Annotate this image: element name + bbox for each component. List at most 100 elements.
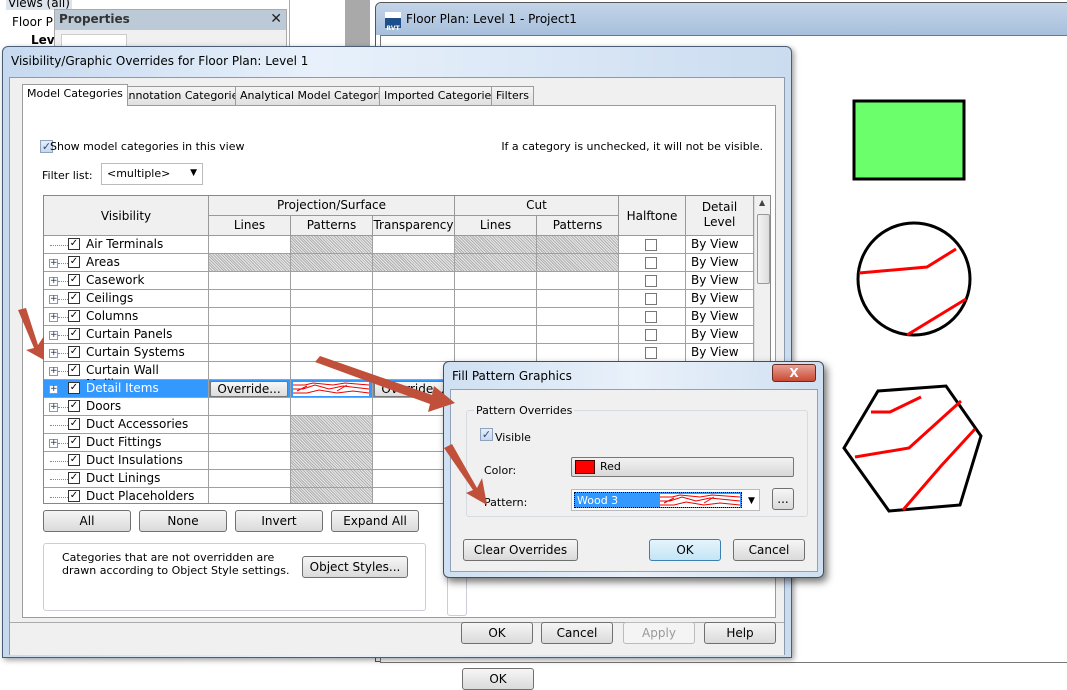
tab-analytical-model-categories[interactable]: Analytical Model Categories xyxy=(235,86,399,105)
cut-lines-cell[interactable] xyxy=(455,308,537,326)
halftone-checkbox[interactable] xyxy=(645,239,657,251)
column-header-transparency[interactable]: Transparency xyxy=(373,216,455,236)
proj-patterns-cell[interactable] xyxy=(291,344,373,362)
proj-patterns-cell[interactable] xyxy=(291,362,373,380)
color-button[interactable]: Red xyxy=(571,457,794,477)
proj-patterns-cell[interactable] xyxy=(291,272,373,290)
visibility-checkbox[interactable]: ✓ xyxy=(68,490,80,502)
pattern-select[interactable]: Wood 3 ▼ xyxy=(571,489,760,511)
proj-lines-cell[interactable] xyxy=(209,326,291,344)
proj-patterns-cell[interactable] xyxy=(291,290,373,308)
proj-lines-cell[interactable] xyxy=(209,290,291,308)
cut-lines-cell[interactable] xyxy=(455,290,537,308)
table-row[interactable]: + ✓ Curtain Systems By View xyxy=(44,344,754,362)
scrollbar-thumb[interactable] xyxy=(757,214,770,284)
cut-patterns-cell[interactable] xyxy=(537,290,619,308)
proj-patterns-cell[interactable] xyxy=(291,254,373,272)
all-button[interactable]: All xyxy=(43,510,131,532)
halftone-checkbox[interactable] xyxy=(645,257,657,269)
cut-lines-cell[interactable] xyxy=(455,344,537,362)
tab-model-categories[interactable]: Model Categories xyxy=(22,84,128,106)
cut-lines-cell[interactable] xyxy=(455,272,537,290)
none-button[interactable]: None xyxy=(139,510,227,532)
fill-cancel-button[interactable]: Cancel xyxy=(733,539,805,561)
transparency-cell[interactable] xyxy=(373,272,455,290)
tab-filters[interactable]: Filters xyxy=(491,86,534,105)
proj-lines-cell[interactable] xyxy=(209,254,291,272)
proj-lines-cell[interactable] xyxy=(209,272,291,290)
vg-ok-button[interactable]: OK xyxy=(461,622,533,644)
cut-patterns-cell[interactable] xyxy=(537,236,619,254)
detail-level-cell[interactable]: By View xyxy=(686,308,754,326)
visibility-checkbox[interactable]: ✓ xyxy=(68,274,80,286)
vg-help-button[interactable]: Help xyxy=(704,622,776,644)
halftone-checkbox[interactable] xyxy=(645,329,657,341)
visibility-checkbox[interactable]: ✓ xyxy=(68,382,80,394)
expand-icon[interactable]: + xyxy=(49,277,58,286)
transparency-cell[interactable] xyxy=(373,326,455,344)
table-row[interactable]: + ✓ Casework By View xyxy=(44,272,754,290)
proj-patterns-cell[interactable] xyxy=(291,434,373,452)
visibility-checkbox[interactable]: ✓ xyxy=(68,418,80,430)
halftone-checkbox[interactable] xyxy=(645,275,657,287)
vg-cancel-button[interactable]: Cancel xyxy=(541,622,613,644)
table-row[interactable]: + ✓ Areas By View xyxy=(44,254,754,272)
proj-lines-cell[interactable] xyxy=(209,488,291,503)
table-row[interactable]: + ✓ Columns By View xyxy=(44,308,754,326)
clear-overrides-button[interactable]: Clear Overrides xyxy=(463,539,578,561)
transparency-cell[interactable] xyxy=(373,344,455,362)
transparency-cell[interactable] xyxy=(373,236,455,254)
close-icon[interactable]: ✕ xyxy=(270,11,282,27)
ok-button[interactable]: OK xyxy=(462,668,534,690)
visibility-checkbox[interactable]: ✓ xyxy=(68,400,80,412)
scroll-up-icon[interactable]: ▲ xyxy=(759,198,765,207)
proj-lines-cell[interactable] xyxy=(209,470,291,488)
visibility-checkbox[interactable]: ✓ xyxy=(68,328,80,340)
expand-icon[interactable]: + xyxy=(49,439,58,448)
detail-level-cell[interactable]: By View xyxy=(686,272,754,290)
expand-all-button[interactable]: Expand All xyxy=(331,510,419,532)
cut-patterns-cell[interactable] xyxy=(537,272,619,290)
pattern-browse-button[interactable]: ... xyxy=(772,488,794,510)
invert-button[interactable]: Invert xyxy=(235,510,323,532)
proj-lines-cell[interactable] xyxy=(209,398,291,416)
column-header-cut-patterns[interactable]: Patterns xyxy=(537,216,619,236)
expand-icon[interactable]: + xyxy=(49,403,58,412)
proj-patterns-cell[interactable] xyxy=(291,470,373,488)
transparency-cell[interactable] xyxy=(373,254,455,272)
proj-patterns-cell[interactable] xyxy=(291,452,373,470)
table-row[interactable]: + ✓ Ceilings By View xyxy=(44,290,754,308)
override-button[interactable]: Override... xyxy=(210,381,288,397)
visibility-checkbox[interactable]: ✓ xyxy=(68,472,80,484)
detail-level-cell[interactable]: By View xyxy=(686,344,754,362)
proj-patterns-cell[interactable] xyxy=(291,398,373,416)
proj-lines-cell[interactable] xyxy=(209,434,291,452)
visibility-checkbox[interactable]: ✓ xyxy=(68,346,80,358)
halftone-checkbox[interactable] xyxy=(645,347,657,359)
proj-lines-cell[interactable] xyxy=(209,362,291,380)
visibility-checkbox[interactable]: ✓ xyxy=(68,436,80,448)
cut-lines-cell[interactable] xyxy=(455,326,537,344)
proj-patterns-cell[interactable] xyxy=(291,416,373,434)
halftone-checkbox[interactable] xyxy=(645,293,657,305)
proj-lines-cell[interactable] xyxy=(209,416,291,434)
tab-imported-categories[interactable]: Imported Categories xyxy=(379,86,503,105)
visible-checkbox[interactable]: ✓ xyxy=(480,428,493,441)
cut-patterns-cell[interactable] xyxy=(537,308,619,326)
proj-patterns-cell[interactable] xyxy=(291,488,373,503)
visibility-checkbox[interactable]: ✓ xyxy=(68,364,80,376)
transparency-cell[interactable] xyxy=(373,290,455,308)
expand-icon[interactable]: + xyxy=(49,295,58,304)
transparency-cell[interactable] xyxy=(373,308,455,326)
visibility-checkbox[interactable]: ✓ xyxy=(68,256,80,268)
override-button[interactable]: Override... xyxy=(374,381,452,397)
detail-level-cell[interactable]: By View xyxy=(686,236,754,254)
column-header-proj-patterns[interactable]: Patterns xyxy=(291,216,373,236)
proj-lines-cell[interactable] xyxy=(209,344,291,362)
proj-patterns-cell[interactable] xyxy=(291,326,373,344)
proj-lines-cell[interactable] xyxy=(209,236,291,254)
close-icon[interactable]: X xyxy=(772,364,816,382)
tree-item-floor-plans[interactable]: Floor Pl xyxy=(12,15,56,29)
expand-icon[interactable]: + xyxy=(49,385,58,394)
proj-lines-cell[interactable]: Override... xyxy=(209,380,291,398)
